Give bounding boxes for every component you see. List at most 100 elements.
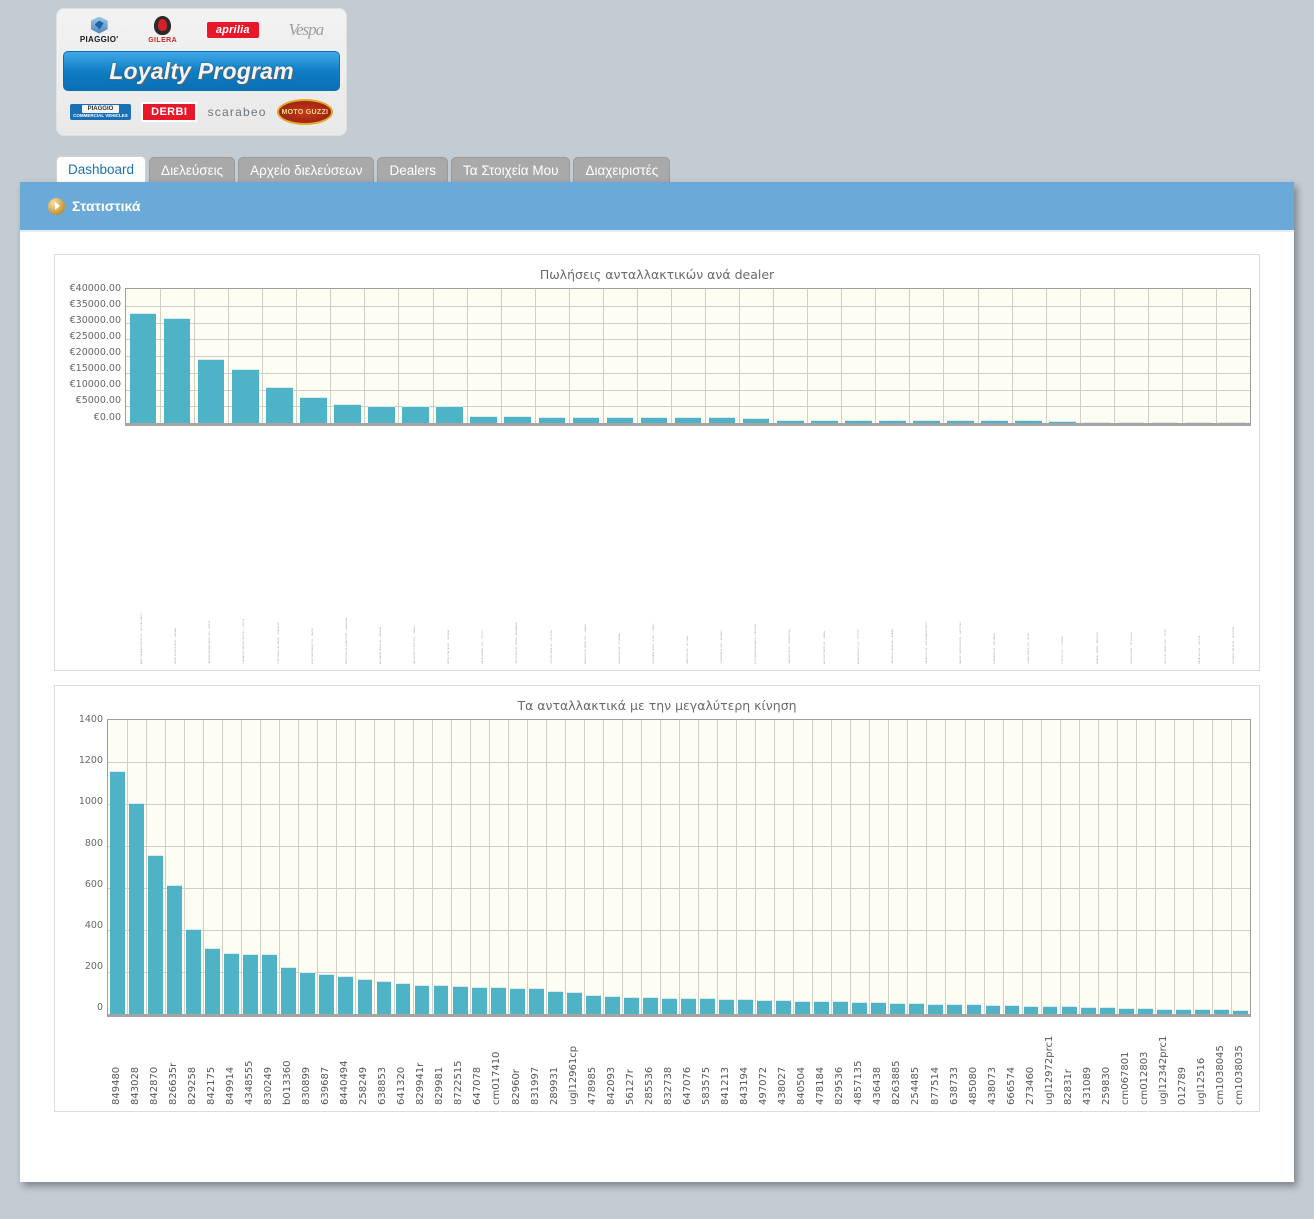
bar[interactable] xyxy=(504,416,531,423)
bar[interactable] xyxy=(300,972,315,1014)
bar[interactable] xyxy=(262,954,277,1014)
bar[interactable] xyxy=(243,954,258,1014)
bar[interactable] xyxy=(1220,422,1247,423)
bar[interactable] xyxy=(1100,1007,1115,1014)
bar[interactable] xyxy=(567,992,582,1014)
bar[interactable] xyxy=(434,985,449,1014)
bar[interactable] xyxy=(1081,1007,1096,1014)
bar[interactable] xyxy=(947,1004,962,1014)
bar[interactable] xyxy=(1233,1010,1248,1014)
bar[interactable] xyxy=(529,988,544,1014)
bar[interactable] xyxy=(358,979,373,1014)
bar[interactable] xyxy=(436,406,463,423)
tab-διελεύσεις[interactable]: Διελεύσεις xyxy=(149,157,235,184)
bar[interactable] xyxy=(300,397,327,423)
tab-αρχείο-διελεύσεων[interactable]: Αρχείο διελεύσεων xyxy=(238,157,374,184)
bar[interactable] xyxy=(662,998,677,1014)
bar[interactable] xyxy=(675,417,702,423)
bar[interactable] xyxy=(232,369,259,423)
bar[interactable] xyxy=(967,1004,982,1014)
bar[interactable] xyxy=(871,1002,886,1014)
bar[interactable] xyxy=(1049,421,1076,423)
bar[interactable] xyxy=(205,948,220,1014)
bar[interactable] xyxy=(402,406,429,423)
bar[interactable] xyxy=(986,1005,1001,1014)
bar[interactable] xyxy=(607,417,634,423)
bar[interactable] xyxy=(890,1003,905,1014)
bar[interactable] xyxy=(186,929,201,1014)
bar[interactable] xyxy=(605,996,620,1014)
bar[interactable] xyxy=(266,387,293,424)
bar[interactable] xyxy=(470,416,497,423)
bar[interactable] xyxy=(586,995,601,1014)
bar[interactable] xyxy=(167,885,182,1014)
bar[interactable] xyxy=(224,953,239,1014)
bar[interactable] xyxy=(777,420,804,423)
bar[interactable] xyxy=(1084,422,1111,423)
bar[interactable] xyxy=(573,417,600,423)
bar[interactable] xyxy=(1043,1006,1058,1014)
bar[interactable] xyxy=(198,359,225,423)
bar[interactable] xyxy=(1152,422,1179,423)
bar[interactable] xyxy=(719,999,734,1014)
bar[interactable] xyxy=(947,420,974,423)
bar[interactable] xyxy=(539,417,566,423)
bar[interactable] xyxy=(1214,1009,1229,1014)
bar[interactable] xyxy=(624,997,639,1014)
bar[interactable] xyxy=(281,967,296,1014)
bar[interactable] xyxy=(396,983,411,1015)
bar[interactable] xyxy=(1062,1006,1077,1014)
bar[interactable] xyxy=(981,420,1008,423)
bar[interactable] xyxy=(743,418,770,423)
bar[interactable] xyxy=(548,991,563,1014)
bar[interactable] xyxy=(510,988,525,1014)
bar[interactable] xyxy=(1119,1008,1134,1014)
bar[interactable] xyxy=(776,1000,791,1014)
bar[interactable] xyxy=(164,318,191,423)
bar[interactable] xyxy=(814,1001,829,1014)
y-tick-label: €15000.00 xyxy=(70,364,121,374)
bar[interactable] xyxy=(845,420,872,423)
bar[interactable] xyxy=(1118,422,1145,423)
bar[interactable] xyxy=(472,987,487,1014)
bar[interactable] xyxy=(709,417,736,423)
bar[interactable] xyxy=(338,976,353,1014)
bar[interactable] xyxy=(641,417,668,423)
bar[interactable] xyxy=(833,1001,848,1014)
bar[interactable] xyxy=(319,974,334,1014)
bar[interactable] xyxy=(738,999,753,1014)
bar[interactable] xyxy=(928,1004,943,1015)
bar[interactable] xyxy=(757,1000,772,1014)
bar[interactable] xyxy=(1015,420,1042,423)
bar[interactable] xyxy=(368,406,395,423)
bar[interactable] xyxy=(1176,1009,1191,1014)
tab-τα-στοιχεία-μου[interactable]: Τα Στοιχεία Μου xyxy=(451,157,570,184)
bar[interactable] xyxy=(377,981,392,1014)
bar[interactable] xyxy=(879,420,906,423)
bar[interactable] xyxy=(795,1001,810,1014)
bar[interactable] xyxy=(415,985,430,1014)
bar[interactable] xyxy=(1186,422,1213,423)
bar[interactable] xyxy=(1005,1005,1020,1014)
bar[interactable] xyxy=(148,855,163,1014)
bar[interactable] xyxy=(453,986,468,1014)
bar[interactable] xyxy=(811,420,838,423)
bar[interactable] xyxy=(130,313,157,423)
tab-dealers[interactable]: Dealers xyxy=(377,157,448,184)
bar[interactable] xyxy=(110,771,125,1014)
bar[interactable] xyxy=(681,998,696,1014)
bar[interactable] xyxy=(1195,1009,1210,1014)
tab-dashboard[interactable]: Dashboard xyxy=(56,156,146,184)
bar[interactable] xyxy=(852,1002,867,1014)
bar[interactable] xyxy=(129,803,144,1014)
bar[interactable] xyxy=(334,404,361,423)
bar[interactable] xyxy=(913,420,940,423)
bar[interactable] xyxy=(909,1003,924,1014)
tab-διαχειριστές[interactable]: Διαχειριστές xyxy=(573,157,670,184)
bar[interactable] xyxy=(643,997,658,1014)
bar[interactable] xyxy=(1138,1008,1153,1014)
bar[interactable] xyxy=(491,987,506,1014)
bar[interactable] xyxy=(1157,1009,1172,1014)
bar[interactable] xyxy=(700,998,715,1014)
bar[interactable] xyxy=(1024,1006,1039,1014)
